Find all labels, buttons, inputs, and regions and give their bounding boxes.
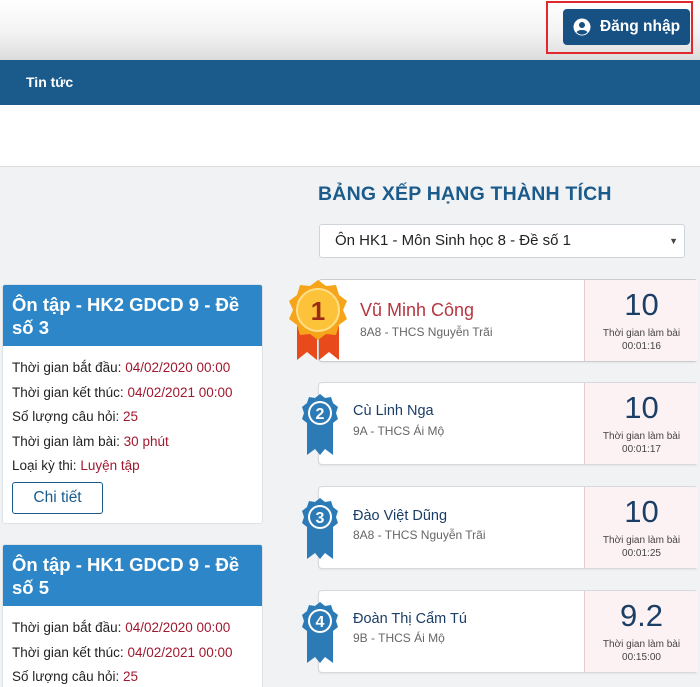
blue-medal-icon: 2 [302,394,338,455]
exam-count-row: Số lượng câu hỏi: 25 [12,405,253,430]
leaderboard-title: BẢNG XẾP HẠNG THÀNH TÍCH [318,183,612,205]
login-button[interactable]: Đăng nhập [563,9,690,45]
score-box: 10 Thời gian làm bài 00:01:17 [584,383,698,464]
score-box: 10 Thời gian làm bài 00:01:16 [584,280,698,361]
dropdown-arrow-icon: ▼ [669,236,678,246]
time-value: 00:15:00 [622,652,661,663]
detail-button[interactable]: Chi tiết [12,481,103,514]
time-label: Thời gian làm bài [602,431,681,442]
time-value: 00:01:16 [622,341,661,352]
exam-select-value: Ôn HK1 - Môn Sinh học 8 - Đề số 1 [335,232,571,249]
exam-select[interactable]: Ôn HK1 - Môn Sinh học 8 - Đề số 1 ▼ [319,224,685,258]
medal-rank: 3 [316,510,325,527]
student-school: 8A8 - THCS Nguyễn Trãi [360,325,493,339]
leaderboard-entry: Cù Linh Nga 9A - THCS Ái Mộ 10 Thời gian… [318,382,698,465]
leaderboard-entry: Đoàn Thị Cẩm Tú 9B - THCS Ái Mộ 9.2 Thời… [318,590,698,673]
leaderboard-entry: Đào Việt Dũng 8A8 - THCS Nguyễn Trãi 10 … [318,486,698,569]
score-value: 10 [624,390,659,425]
exam-title[interactable]: Ôn tập - HK2 GDCD 9 - Đề số 3 [3,285,262,346]
time-value: 00:01:17 [622,444,661,455]
leaderboard-entry: Vũ Minh Công 8A8 - THCS Nguyễn Trãi 10 T… [318,279,698,362]
gold-medal-icon: 1 [289,280,347,360]
exam-card: Ôn tập - HK1 GDCD 9 - Đề số 5 Thời gian … [2,544,263,687]
nav-item-news[interactable]: Tin tức [26,74,73,90]
time-label: Thời gian làm bài [602,639,681,650]
blue-medal-icon: 3 [302,498,338,559]
score-box: 9.2 Thời gian làm bài 00:15:00 [584,591,698,672]
blue-medal-icon: 4 [302,602,338,663]
score-box: 10 Thời gian làm bài 00:01:25 [584,487,698,568]
exam-card: Ôn tập - HK2 GDCD 9 - Đề số 3 Thời gian … [2,284,263,524]
exam-end-row: Thời gian kết thúc: 04/02/2021 00:00 [12,641,253,666]
exam-end-value: 04/02/2021 00:00 [127,644,233,660]
score-value: 10 [624,494,659,529]
medal-rank: 4 [316,614,325,631]
banner-area [0,105,700,167]
exam-start-row: Thời gian bắt đầu: 04/02/2020 00:00 [12,356,253,381]
medal-rank: 1 [311,296,325,326]
exam-count-label: Số lượng câu hỏi: [12,409,120,424]
time-value: 00:01:25 [622,548,661,559]
score-value: 10 [624,287,659,322]
exam-start-value: 04/02/2020 00:00 [125,620,231,635]
exam-end-label: Thời gian kết thúc: [12,644,124,660]
student-name: Vũ Minh Công [360,300,475,320]
exam-end-value: 04/02/2021 00:00 [127,384,233,400]
exam-start-label: Thời gian bắt đầu: [12,620,122,635]
exam-count-value: 25 [122,409,138,424]
exam-type-label: Loại kỳ thi: [12,458,77,473]
student-school: 9A - THCS Ái Mộ [353,424,445,438]
medal-rank: 2 [316,406,325,423]
exam-start-row: Thời gian bắt đầu: 04/02/2020 00:00 [12,616,253,641]
exam-type-value: Luyện tập [80,458,140,473]
student-school: 9B - THCS Ái Mộ [353,631,445,645]
exam-start-value: 04/02/2020 00:00 [125,360,231,375]
time-label: Thời gian làm bài [602,535,681,546]
login-label: Đăng nhập [599,18,681,35]
exam-title[interactable]: Ôn tập - HK1 GDCD 9 - Đề số 5 [3,545,262,606]
exam-count-value: 25 [122,669,138,684]
exam-end-row: Thời gian kết thúc: 04/02/2021 00:00 [12,381,253,406]
exam-duration-value: 30 phút [123,433,169,449]
student-name: Đoàn Thị Cẩm Tú [353,611,467,627]
exam-count-row: Số lượng câu hỏi: 25 [12,665,253,687]
exam-count-label: Số lượng câu hỏi: [12,669,120,684]
main-nav: Tin tức [0,60,700,105]
time-label: Thời gian làm bài [602,328,681,339]
exam-duration-row: Thời gian làm bài: 30 phút [12,430,253,455]
exam-end-label: Thời gian kết thúc: [12,384,124,400]
user-circle-icon [573,18,591,36]
score-value: 9.2 [619,598,664,633]
student-name: Đào Việt Dũng [353,508,448,524]
student-school: 8A8 - THCS Nguyễn Trãi [353,528,486,542]
student-name: Cù Linh Nga [353,403,434,419]
exam-type-row: Loại kỳ thi: Luyện tập [12,454,253,479]
exam-start-label: Thời gian bắt đầu: [12,360,122,375]
exam-duration-label: Thời gian làm bài: [12,433,120,449]
